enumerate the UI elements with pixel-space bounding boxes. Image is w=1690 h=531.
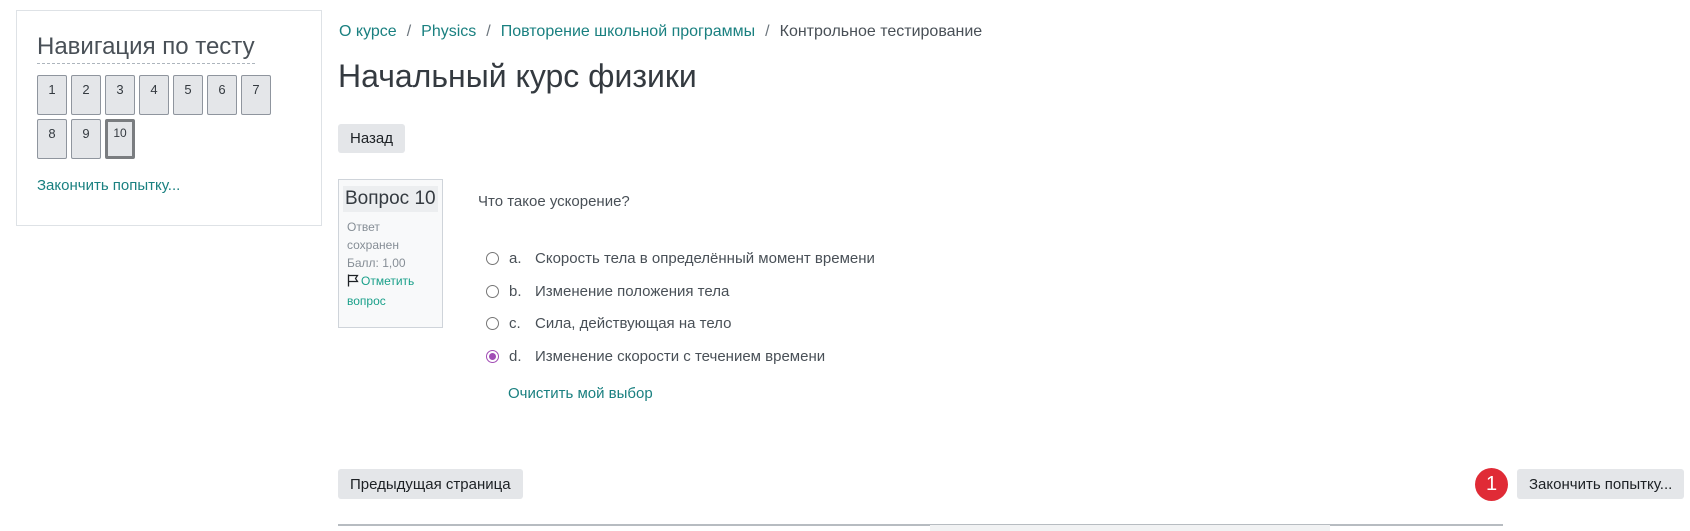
breadcrumb-separator: /	[486, 23, 491, 40]
finish-attempt-button[interactable]: Закончить попытку...	[1517, 469, 1685, 499]
radio-c[interactable]	[486, 317, 499, 330]
step-badge: 1	[1475, 468, 1508, 501]
answer-letter: a.	[509, 250, 522, 267]
qnav-button-7[interactable]: 7	[241, 75, 271, 115]
back-button[interactable]: Назад	[338, 124, 405, 153]
previous-page-button[interactable]: Предыдущая страница	[338, 469, 523, 499]
qnav-button-10-current[interactable]: 10	[105, 119, 135, 159]
breadcrumb-separator: /	[765, 23, 770, 40]
answer-text: Скорость тела в определённый момент врем…	[535, 250, 875, 267]
radio-a[interactable]	[486, 252, 499, 265]
answer-text: Изменение скорости с течением времени	[535, 348, 826, 365]
qnav-button-2[interactable]: 2	[71, 75, 101, 115]
qnav-button-8[interactable]: 8	[37, 119, 67, 159]
breadcrumb-current: Контрольное тестирование	[779, 23, 983, 40]
answer-text: Сила, действующая на тело	[535, 315, 732, 332]
breadcrumb-separator: /	[406, 23, 412, 40]
answer-letter: d.	[509, 348, 522, 365]
answer-option-b[interactable]: b. Изменение положения тела	[486, 283, 729, 300]
qnav-button-3[interactable]: 3	[105, 75, 135, 115]
qnav-button-4[interactable]: 4	[139, 75, 169, 115]
question-score: Балл: 1,00	[347, 256, 406, 270]
breadcrumb-item-about-course[interactable]: О курсе	[339, 23, 397, 40]
finish-attempt-link[interactable]: Закончить попытку...	[37, 177, 180, 194]
answer-letter: c.	[509, 315, 521, 332]
clear-choice-link[interactable]: Очистить мой выбор	[508, 385, 653, 402]
qnav-button-5[interactable]: 5	[173, 75, 203, 115]
breadcrumb-item-school-program[interactable]: Повторение школьной программы	[501, 23, 755, 40]
qnav-button-6[interactable]: 6	[207, 75, 237, 115]
page-title: Начальный курс физики	[338, 58, 697, 94]
question-status-line-1: Ответ	[347, 220, 380, 234]
radio-b[interactable]	[486, 285, 499, 298]
question-text: Что такое ускорение?	[478, 193, 630, 210]
question-status-line-2: сохранен	[347, 238, 399, 252]
flag-icon	[347, 274, 359, 292]
breadcrumb-item-physics[interactable]: Physics	[421, 23, 476, 40]
question-number: Вопрос 10	[343, 186, 438, 212]
quiz-navigation-block: Навигация по тесту 1 2 3 4 5 6 7 8 9 10 …	[16, 10, 322, 226]
footer-decoration	[930, 525, 1330, 531]
quiz-navigation-title: Навигация по тесту	[37, 33, 255, 64]
radio-d-checked[interactable]	[486, 350, 499, 363]
answer-option-d[interactable]: d. Изменение скорости с течением времени	[486, 348, 825, 365]
qnav-button-9[interactable]: 9	[71, 119, 101, 159]
answer-option-a[interactable]: a. Скорость тела в определённый момент вр…	[486, 250, 875, 267]
flag-label-line-2[interactable]: вопрос	[347, 292, 434, 310]
answer-letter: b.	[509, 283, 522, 300]
breadcrumb: О курсе / Physics / Повторение школьной прог…	[339, 23, 982, 41]
qnav-button-1[interactable]: 1	[37, 75, 67, 115]
question-info-box: Вопрос 10 Ответ сохранен Балл: 1,00 Отме…	[338, 179, 443, 328]
flag-label-line-1[interactable]: Отметить	[361, 274, 414, 288]
answer-option-c[interactable]: c. Сила, действующая на тело	[486, 315, 731, 332]
answer-text: Изменение положения тела	[535, 283, 730, 300]
flag-question-link[interactable]: Отметить	[347, 272, 434, 292]
